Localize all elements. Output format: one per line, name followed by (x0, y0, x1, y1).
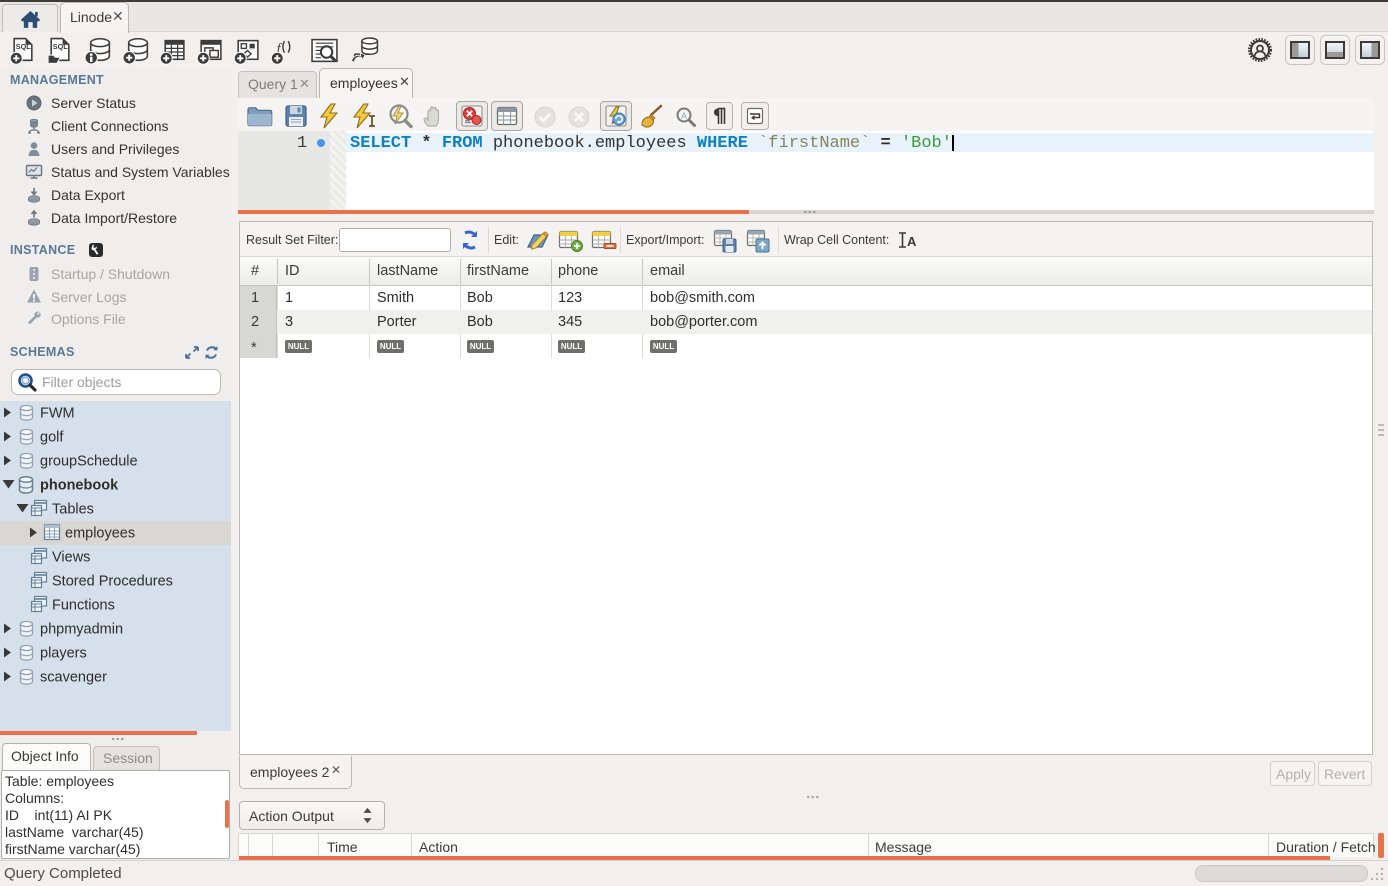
svg-text:A: A (907, 234, 917, 249)
svg-text:phonebook: phonebook (40, 478, 119, 494)
svg-text:golf: golf (40, 430, 64, 446)
svg-text:Views: Views (52, 550, 90, 566)
svg-text:A: A (681, 111, 687, 121)
svg-text:SQL: SQL (16, 42, 31, 51)
svg-text:Functions: Functions (52, 598, 115, 614)
svg-text:scavenger: scavenger (40, 670, 107, 686)
svg-text:employees: employees (65, 526, 135, 542)
svg-text:FWM: FWM (40, 406, 75, 422)
svg-text:players: players (40, 646, 87, 662)
svg-text:SQL: SQL (53, 42, 68, 51)
svg-text:groupSchedule: groupSchedule (40, 454, 138, 470)
svg-text:phpmyadmin: phpmyadmin (40, 622, 123, 638)
svg-text:Tables: Tables (52, 502, 94, 518)
svg-text:Stored Procedures: Stored Procedures (52, 574, 173, 590)
